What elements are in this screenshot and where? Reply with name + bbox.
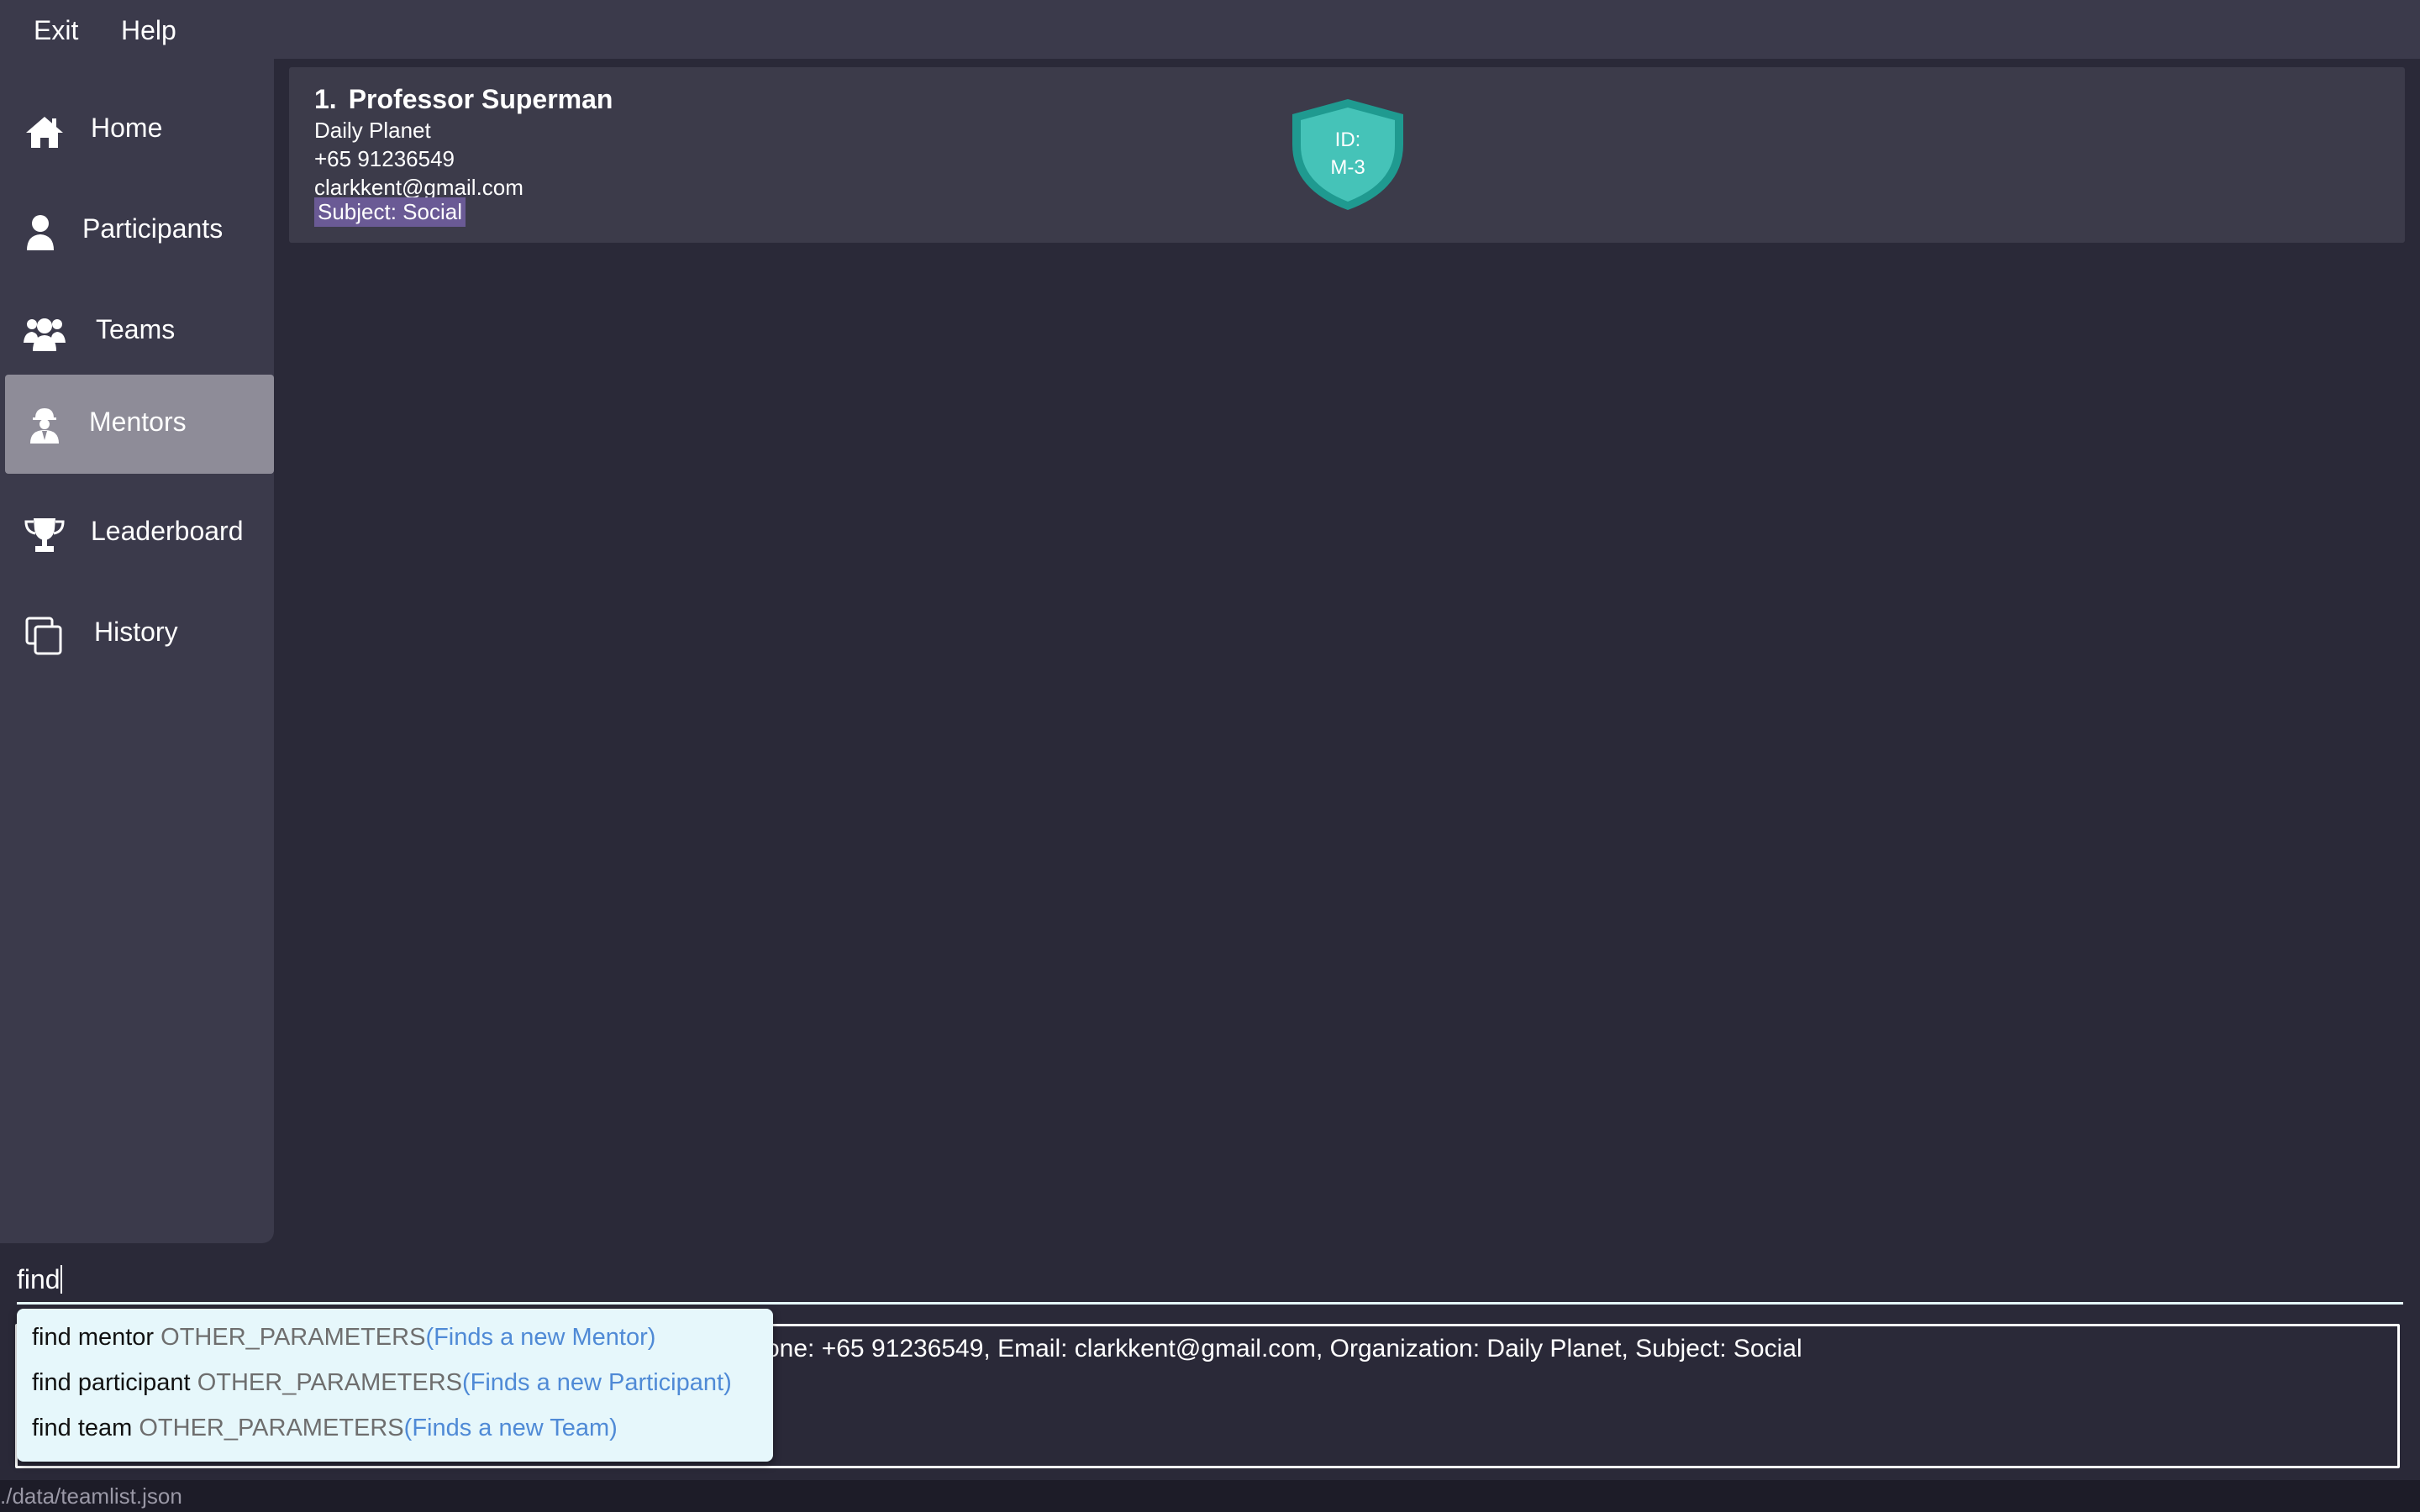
- mentor-organization: Daily Planet: [314, 118, 431, 143]
- copy-icon: [25, 617, 62, 655]
- sidebar-item-home[interactable]: Home: [5, 81, 274, 180]
- sidebar-item-leaderboard[interactable]: Leaderboard: [5, 484, 274, 583]
- sidebar-item-mentors[interactable]: Mentors: [5, 375, 274, 474]
- trophy-icon: [24, 518, 65, 552]
- sidebar-item-label: Leaderboard: [91, 516, 244, 546]
- mentor-card[interactable]: 1. Professor Superman Daily Planet +65 91…: [289, 67, 2405, 243]
- text-caret: [60, 1265, 62, 1294]
- sidebar-item-label: Teams: [96, 314, 176, 344]
- group-icon: [24, 318, 66, 351]
- sidebar: Home Participants Teams Mentors Leaderbo…: [0, 59, 274, 1243]
- person-icon: [27, 215, 54, 250]
- status-bar: ./data/teamlist.json: [0, 1480, 2420, 1512]
- autocomplete-description: (Finds a new Mentor): [425, 1324, 656, 1351]
- sidebar-item-teams[interactable]: Teams: [5, 282, 274, 381]
- autocomplete-popup: find mentor OTHER_PARAMETERS(Finds a new…: [17, 1309, 773, 1462]
- autocomplete-params: OTHER_PARAMETERS: [160, 1324, 426, 1351]
- sidebar-item-label: Home: [91, 113, 163, 143]
- autocomplete-params: OTHER_PARAMETERS: [197, 1369, 462, 1396]
- mentor-index: 1.: [314, 84, 337, 114]
- result-text: one: +65 91236549, Email: clarkkent@gmai…: [765, 1335, 1802, 1362]
- mentor-subject-tag: Subject: Social: [314, 197, 466, 227]
- command-value: find: [17, 1264, 60, 1294]
- command-input[interactable]: [17, 1257, 2403, 1305]
- autocomplete-command: find mentor: [32, 1324, 155, 1351]
- mentor-name: Professor Superman: [348, 84, 613, 114]
- autocomplete-command: find participant: [32, 1369, 191, 1396]
- autocomplete-item-find-team[interactable]: find team OTHER_PARAMETERS(Finds a new T…: [32, 1415, 618, 1442]
- autocomplete-params: OTHER_PARAMETERS: [139, 1415, 404, 1441]
- sidebar-item-label: History: [94, 617, 178, 647]
- home-icon: [26, 117, 63, 148]
- sidebar-item-label: Participants: [82, 213, 224, 244]
- autocomplete-item-find-mentor[interactable]: find mentor OTHER_PARAMETERS(Finds a new…: [32, 1324, 655, 1352]
- sidebar-item-history[interactable]: History: [5, 585, 274, 684]
- menu-exit[interactable]: Exit: [25, 12, 87, 50]
- status-file-path: ./data/teamlist.json: [0, 1483, 182, 1509]
- menu-help[interactable]: Help: [113, 12, 185, 50]
- autocomplete-description: (Finds a new Team): [403, 1415, 618, 1441]
- mentor-phone: +65 91236549: [314, 146, 455, 171]
- mentor-icon: [30, 408, 59, 444]
- mentor-id-value: M-3: [1330, 156, 1365, 179]
- autocomplete-item-find-participant[interactable]: find participant OTHER_PARAMETERS(Finds …: [32, 1369, 732, 1397]
- shield-icon: [1292, 99, 1403, 210]
- mentor-title: 1. Professor Superman: [314, 84, 613, 115]
- mentor-id-label: ID:: [1334, 129, 1361, 151]
- menu-bar: Exit Help: [0, 0, 2420, 59]
- sidebar-item-participants[interactable]: Participants: [5, 181, 274, 281]
- command-text: find: [17, 1264, 62, 1295]
- sidebar-item-label: Mentors: [89, 407, 187, 437]
- autocomplete-command: find team: [32, 1415, 133, 1441]
- autocomplete-description: (Finds a new Participant): [461, 1369, 732, 1396]
